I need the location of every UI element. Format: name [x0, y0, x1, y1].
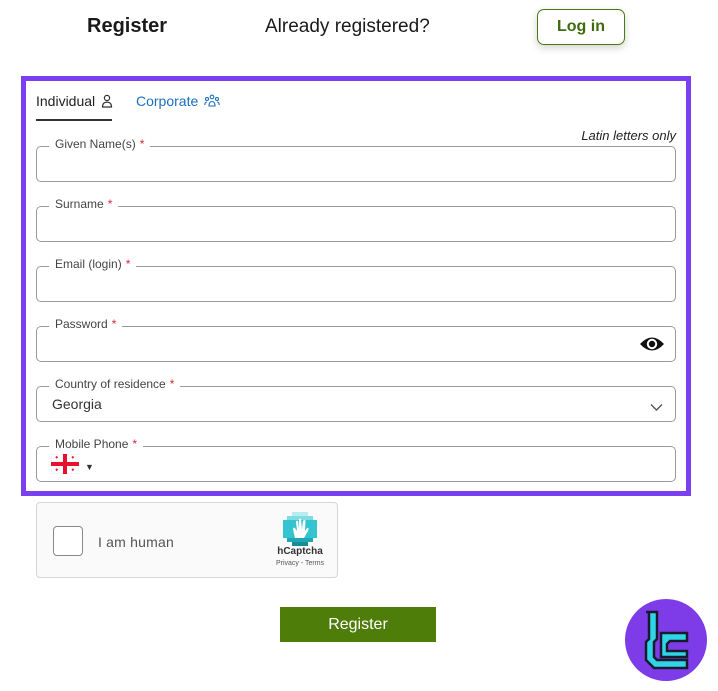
login-button[interactable]: Log in — [537, 9, 625, 45]
country-label: Country of residence * — [49, 377, 181, 391]
country-select[interactable]: Country of residence * Georgia — [36, 377, 676, 422]
already-registered-text: Already registered? — [265, 16, 430, 37]
tab-individual[interactable]: Individual — [36, 93, 113, 109]
required-mark: * — [132, 437, 138, 451]
surname-label: Surname * — [49, 197, 119, 211]
required-mark: * — [125, 257, 131, 271]
brand-logo-badge — [625, 599, 707, 681]
required-mark: * — [111, 317, 117, 331]
password-field[interactable]: Password * — [36, 317, 676, 362]
mobile-phone-field[interactable]: Mobile Phone * ▼ — [36, 437, 676, 482]
active-tab-indicator — [36, 119, 112, 121]
tab-corporate[interactable]: Corporate — [136, 93, 221, 109]
mobile-phone-label: Mobile Phone * — [49, 437, 144, 451]
captcha-privacy-terms[interactable]: Privacy - Terms — [269, 560, 331, 567]
required-mark: * — [107, 197, 113, 211]
hcaptcha-brand: hCaptcha — [277, 546, 323, 557]
required-mark: * — [169, 377, 175, 391]
captcha-checkbox[interactable] — [53, 526, 83, 556]
given-name-label: Given Name(s) * — [49, 137, 151, 151]
latin-letters-note: Latin letters only — [581, 128, 676, 143]
hcaptcha-widget: I am human hCaptcha Privacy - Terms — [36, 502, 338, 578]
tab-corporate-label: Corporate — [136, 93, 199, 109]
email-field[interactable]: Email (login) * — [36, 257, 676, 302]
page-title: Register — [87, 15, 168, 37]
group-icon — [204, 94, 221, 108]
georgia-flag-icon — [50, 453, 80, 479]
required-mark: * — [139, 137, 145, 151]
chevron-down-icon[interactable] — [650, 399, 663, 417]
surname-field[interactable]: Surname * — [36, 197, 676, 242]
captcha-label: I am human — [98, 534, 174, 550]
register-button[interactable]: Register — [280, 607, 436, 642]
country-value: Georgia — [52, 396, 102, 412]
country-code-selector[interactable]: ▼ — [50, 453, 94, 479]
given-name-field[interactable]: Given Name(s) * — [36, 137, 676, 182]
registration-form: Individual Corporate Latin letters only … — [21, 76, 691, 496]
brand-logo-icon — [644, 610, 689, 670]
tab-individual-label: Individual — [36, 93, 96, 109]
caret-down-icon: ▼ — [85, 461, 94, 472]
person-icon — [101, 94, 113, 108]
password-label: Password * — [49, 317, 123, 331]
email-label: Email (login) * — [49, 257, 137, 271]
eye-icon[interactable] — [639, 334, 665, 359]
